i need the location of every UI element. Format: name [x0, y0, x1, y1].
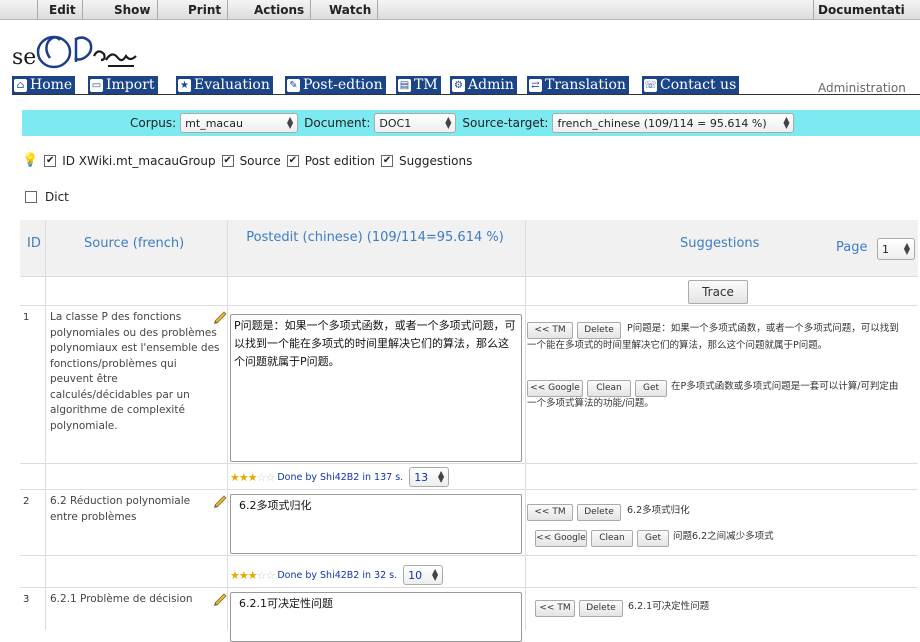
pencil-icon[interactable]	[212, 590, 228, 606]
nav-translation[interactable]: ⇄ Translation	[527, 76, 629, 94]
lightbulb-icon[interactable]: 💡	[22, 153, 38, 168]
google-button[interactable]: << Google	[535, 530, 587, 547]
header-suggestions: Suggestions	[680, 236, 760, 251]
get-button[interactable]: Get	[637, 530, 669, 547]
table-subheader: Trace	[20, 276, 918, 306]
delete-button[interactable]: Delete	[579, 600, 623, 617]
table-row: 1 La classe P des fonctions polynomiales…	[20, 306, 918, 464]
row-source-text: 6.2 Réduction polynomiale entre problème…	[50, 495, 191, 523]
menu-documentation[interactable]: Documentati	[813, 0, 905, 20]
menu-watch[interactable]: Watch	[323, 0, 379, 20]
row-id: 3	[23, 594, 30, 605]
database-icon: ▤	[398, 78, 411, 92]
pencil-icon[interactable]	[212, 308, 228, 324]
nav-evaluation[interactable]: ★ Evaluation	[176, 76, 273, 94]
nav-admin[interactable]: ⚙ Admin	[450, 76, 517, 94]
row-source-text: La classe P des fonctions polynomiales o…	[50, 311, 220, 432]
source-option-label: Source	[239, 153, 281, 168]
nav-import[interactable]: ▭ Import	[88, 76, 158, 94]
chevron-updown-icon: ▲ ▼	[438, 469, 445, 484]
table-row: 2 6.2 Réduction polynomiale entre problè…	[20, 490, 918, 556]
chevron-updown-icon: ▲ ▼	[903, 241, 910, 256]
done-by-text: Done by Shi42B2 in 32 s.	[277, 569, 398, 581]
svg-text:se: se	[12, 45, 36, 70]
postedit-textarea[interactable]: 6.2多项式归化	[230, 494, 522, 554]
id-option-label: ID XWiki.mt_macauGroup	[62, 153, 216, 168]
rating-row: ★★★☆☆ Done by Shi42B2 in 32 s. 10 ▲ ▼	[20, 556, 918, 588]
filter-bar: Corpus: mt_macau ▲ ▼ Document: DOC1 ▲ ▼ Sour…	[22, 110, 920, 136]
google-suggestion-text: 问题6.2之间减少多项式	[673, 531, 774, 542]
header-page-label: Page	[836, 240, 868, 255]
admin-icon: ⚙	[452, 78, 465, 92]
row-id: 1	[23, 312, 30, 323]
translate-icon: ⇄	[529, 78, 542, 92]
tm-button[interactable]: << TM	[527, 504, 573, 521]
source-checkbox[interactable]: ✔	[221, 154, 234, 167]
corpus-label: Corpus:	[130, 116, 177, 130]
score-select[interactable]: 10 ▲ ▼	[403, 565, 444, 585]
suggestions-checkbox[interactable]: ✔	[381, 154, 394, 167]
source-target-label: Source-target:	[462, 116, 549, 130]
main-navigation: ⌂ Home ▭ Import ★ Evaluation ✎ Post-edtion ▤…	[12, 76, 920, 95]
suggestions-option-label: Suggestions	[399, 153, 473, 168]
menu-edit[interactable]: Edit	[43, 0, 83, 20]
rating-info: ★★★☆☆ Done by Shi42B2 in 32 s. 10 ▲ ▼	[230, 564, 444, 586]
nav-contact-us[interactable]: ☏ Contact us	[642, 76, 740, 94]
document-label: Document:	[304, 116, 371, 130]
tm-button[interactable]: << TM	[535, 600, 575, 617]
table-row: 3 6.2.1 Problème de décision 6.2.1可决定性问题…	[20, 588, 918, 642]
folder-icon: ▭	[90, 78, 103, 92]
chevron-updown-icon: ▲ ▼	[783, 115, 790, 130]
dict-option: Dict	[25, 190, 69, 204]
chevron-updown-icon: ▲ ▼	[287, 115, 294, 130]
display-options: 💡 ✔ ID XWiki.mt_macauGroup ✔ Source ✔ Post …	[22, 153, 472, 168]
dict-checkbox[interactable]	[25, 191, 37, 203]
nav-post-edition[interactable]: ✎ Post-edtion	[285, 76, 386, 94]
id-checkbox[interactable]: ✔	[44, 154, 57, 167]
tm-suggestion-text: 6.2多项式归化	[627, 505, 690, 516]
score-select[interactable]: 13 ▲ ▼	[409, 467, 450, 487]
top-menu-bar: Edit Show Print Actions Watch Documentat…	[0, 0, 920, 20]
dict-option-label: Dict	[45, 190, 69, 204]
pencil-icon: ✎	[287, 78, 300, 92]
corpus-select[interactable]: mt_macau ▲ ▼	[180, 113, 299, 133]
menu-print[interactable]: Print	[182, 0, 229, 20]
header-postedit: Postedit (chinese) (109/114=95.614 %)	[246, 230, 504, 245]
document-select[interactable]: DOC1 ▲ ▼	[374, 113, 457, 133]
pencil-icon[interactable]	[212, 492, 228, 508]
rating-row: ★★★☆☆ Done by Shi42B2 in 137 s. 13 ▲ ▼	[20, 464, 918, 490]
chevron-updown-icon: ▲ ▼	[445, 115, 452, 130]
star-icon: ★	[178, 78, 191, 92]
trace-button[interactable]: Trace	[688, 280, 748, 304]
menu-show[interactable]: Show	[108, 0, 158, 20]
chevron-updown-icon: ▲ ▼	[431, 567, 439, 582]
tm-suggestion-text: P问题是：如果一个多项式函数，或者一个多项式问题，可以找到一个能在多项式的时间里…	[527, 323, 899, 351]
header-id: ID	[27, 236, 41, 251]
star-rating[interactable]: ★★★☆☆	[230, 569, 275, 582]
source-target-select[interactable]: french_chinese (109/114 = 95.614 %) ▲ ▼	[552, 113, 795, 133]
clean-button[interactable]: Clean	[591, 530, 633, 547]
home-icon: ⌂	[14, 78, 27, 92]
tm-suggestion-text: 6.2.1可决定性问题	[628, 601, 710, 612]
post-edition-checkbox[interactable]: ✔	[286, 154, 299, 167]
google-suggestion-text: 在P多项式函数或多项式问题是一套可以计算/可判定由一个多项式算法的功能/问题。	[527, 381, 899, 409]
star-rating[interactable]: ★★★☆☆	[230, 471, 275, 484]
sectra-logo[interactable]: se	[12, 22, 212, 72]
postedit-textarea[interactable]: P问题是：如果一个多项式函数，或者一个多项式问题，可以找到一个能在多项式的时间里…	[230, 314, 522, 462]
contact-icon: ☏	[644, 78, 657, 92]
postedit-textarea[interactable]: 6.2.1可决定性问题	[230, 592, 522, 642]
menu-actions[interactable]: Actions	[248, 0, 312, 20]
nav-home[interactable]: ⌂ Home	[12, 76, 76, 94]
delete-button[interactable]: Delete	[577, 504, 621, 521]
row-id: 2	[23, 496, 30, 507]
administration-link[interactable]: Administration	[818, 81, 906, 95]
post-edition-option-label: Post edition	[304, 153, 376, 168]
rating-info: ★★★☆☆ Done by Shi42B2 in 137 s. 13 ▲ ▼	[230, 466, 450, 488]
nav-tm[interactable]: ▤ TM	[396, 76, 441, 94]
row-source-text: 6.2.1 Problème de décision	[50, 593, 193, 605]
table-header: ID Source (french) Postedit (chinese) (1…	[20, 220, 918, 276]
done-by-text: Done by Shi42B2 in 137 s.	[277, 471, 404, 483]
page-select[interactable]: 1 ▲ ▼	[877, 238, 915, 260]
header-source: Source (french)	[84, 236, 185, 251]
